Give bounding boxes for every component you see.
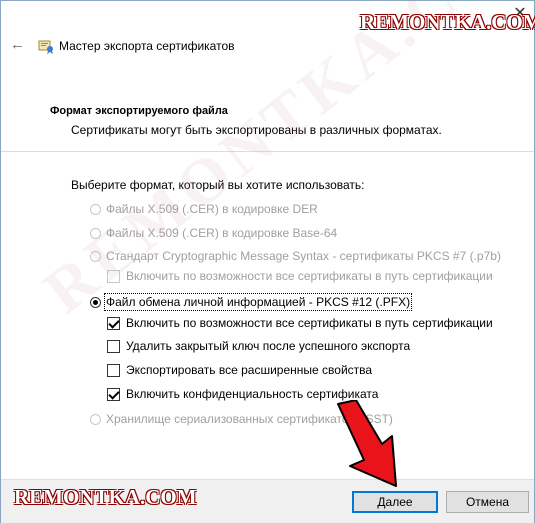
wizard-title: Мастер экспорта сертификатов — [59, 39, 235, 53]
checkbox-label-pfx-export-props[interactable]: Экспортировать все расширенные свойства — [126, 363, 372, 377]
wizard-header: ← Мастер экспорта сертификатов — [1, 34, 534, 60]
checkbox-option-pfx-include[interactable]: Включить по возможности все сертификаты … — [107, 316, 493, 330]
next-button[interactable]: Далее — [352, 491, 438, 513]
checkbox-label-pfx-privacy[interactable]: Включить конфиденциальность сертификата — [126, 387, 378, 401]
checkbox-option-pfx-delete-key[interactable]: Удалить закрытый ключ после успешного эк… — [107, 339, 410, 353]
checkbox-pfx-export-props[interactable] — [107, 363, 120, 377]
checkbox-option-pfx-export-props[interactable]: Экспортировать все расширенные свойства — [107, 363, 372, 377]
checkbox-label-pfx-include[interactable]: Включить по возможности все сертификаты … — [126, 316, 493, 330]
radio-sst — [90, 413, 101, 425]
checkbox-option-pfx-privacy[interactable]: Включить конфиденциальность сертификата — [107, 387, 378, 401]
watermark-top: REMONTKA.COM — [360, 10, 535, 34]
radio-label-pfx[interactable]: Файл обмена личной информацией - PKCS #1… — [103, 293, 413, 311]
pointer-arrow-icon — [337, 400, 397, 487]
certificate-wizard-icon — [38, 40, 53, 54]
checkbox-pfx-include[interactable] — [107, 316, 120, 330]
checkbox-label-pkcs7-include: Включить по возможности все сертификаты … — [126, 269, 493, 283]
checkbox-pfx-privacy[interactable] — [107, 387, 120, 401]
checkbox-option-pkcs7-include: Включить по возможности все сертификаты … — [107, 269, 493, 283]
section-title: Формат экспортируемого файла — [50, 105, 228, 117]
checkbox-pfx-delete-key[interactable] — [107, 339, 120, 353]
radio-option-pfx[interactable]: Файл обмена личной информацией - PKCS #1… — [90, 293, 413, 311]
back-arrow-icon[interactable]: ← — [10, 36, 25, 53]
radio-der — [90, 203, 101, 215]
cancel-button[interactable]: Отмена — [446, 491, 529, 513]
checkbox-label-pfx-delete-key[interactable]: Удалить закрытый ключ после успешного эк… — [126, 339, 410, 353]
watermark-bottom: REMONTKA.COM — [14, 485, 197, 509]
